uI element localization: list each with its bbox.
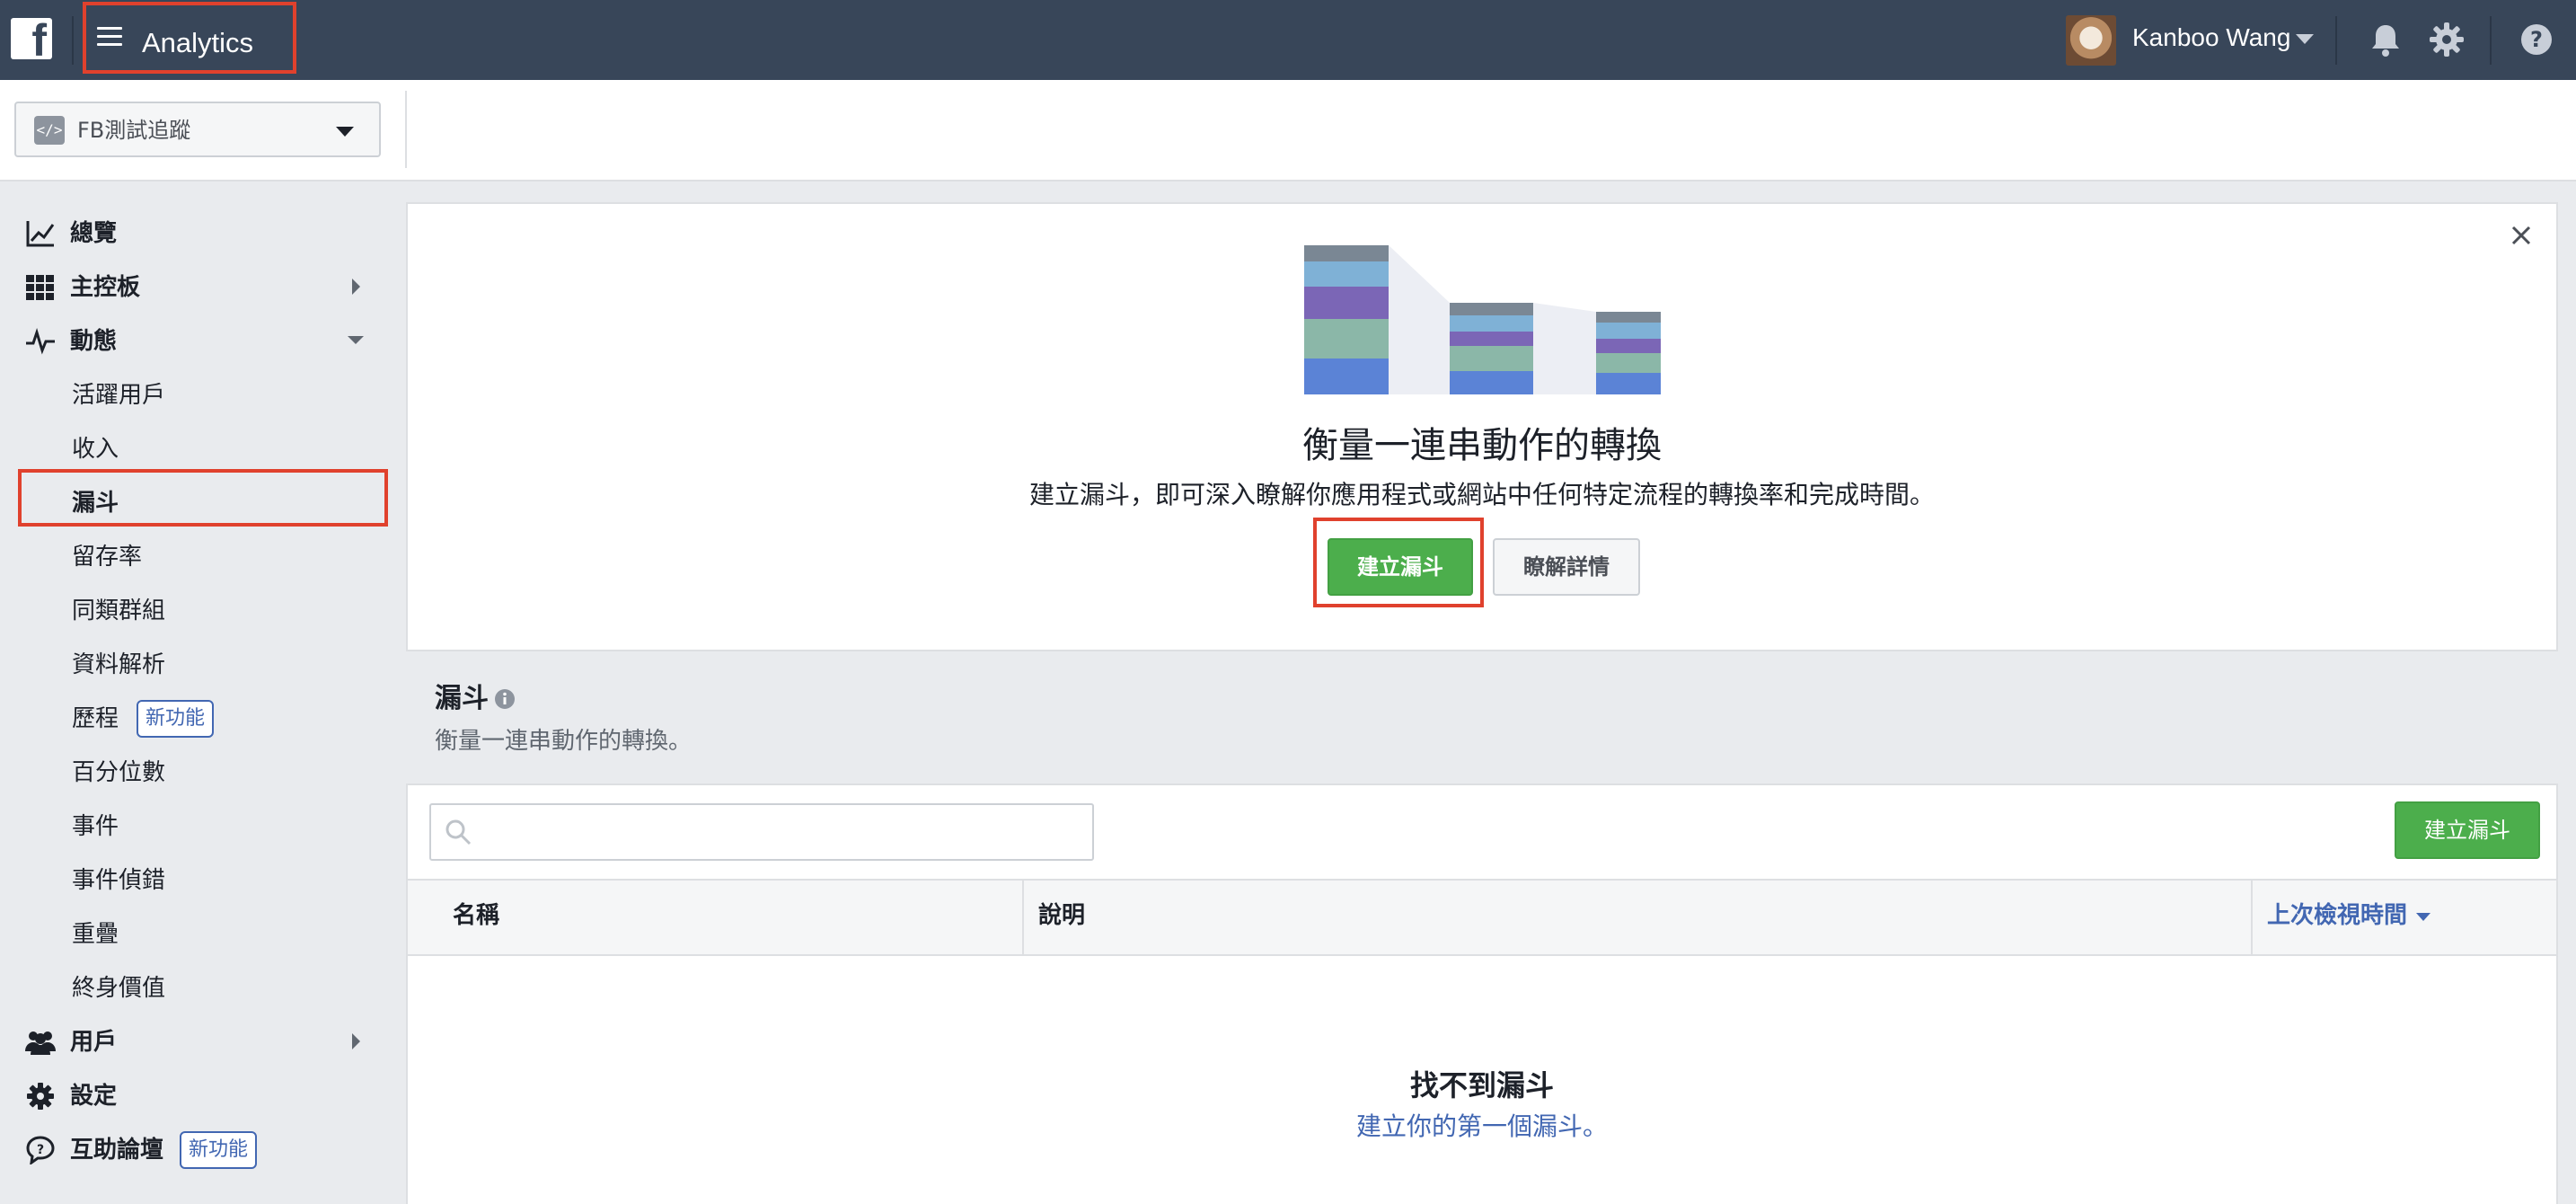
sidebar-item-label: 設定 — [70, 1083, 118, 1110]
sidebar: 總覽 主控板 動態 活躍用戶 收入 漏斗 留存率 同類群組 資料解析 歷程 新功… — [0, 181, 404, 1204]
sidebar-item-label: 互助論壇 — [70, 1137, 164, 1164]
user-name[interactable]: Kanboo Wang — [2132, 22, 2290, 54]
sidebar-item-people[interactable]: 用戶 — [0, 1017, 404, 1066]
chevron-down-icon — [348, 336, 364, 344]
grid-icon — [26, 275, 54, 300]
funnel-promo-card: 衡量一連串動作的轉換 建立漏斗，即可深入瞭解你應用程式或網站中任何特定流程的轉換… — [406, 202, 2558, 651]
topbar-divider — [2490, 16, 2492, 65]
column-header-name[interactable]: 名稱 — [453, 900, 499, 931]
svg-text:?: ? — [37, 1143, 44, 1157]
learn-more-button[interactable]: 瞭解詳情 — [1493, 538, 1640, 596]
app-title[interactable]: Analytics — [142, 25, 253, 61]
search-input[interactable] — [481, 812, 1078, 854]
gear-icon[interactable] — [2427, 20, 2466, 59]
sidebar-item-label: 資料解析 — [72, 651, 166, 678]
info-icon[interactable] — [494, 688, 516, 710]
sidebar-item-label: 動態 — [70, 328, 118, 355]
chevron-right-icon — [352, 279, 360, 295]
sidebar-item-settings[interactable]: 設定 — [0, 1071, 404, 1120]
sidebar-item-active-users[interactable]: 活躍用戶 — [0, 370, 404, 419]
empty-state-title: 找不到漏斗 — [1409, 1068, 1554, 1102]
sidebar-item-label: 留存率 — [72, 544, 143, 571]
topbar-divider — [72, 16, 74, 65]
section-subtitle: 衡量一連串動作的轉換。 — [435, 728, 693, 755]
facebook-logo-icon[interactable]: f — [11, 18, 52, 63]
create-funnel-button[interactable]: 建立漏斗 — [2395, 801, 2540, 859]
sidebar-item-label: 事件 — [72, 813, 119, 840]
sidebar-item-label: 用戶 — [70, 1029, 118, 1056]
topbar-divider — [2335, 16, 2337, 65]
sidebar-item-lifetime-value[interactable]: 終身價值 — [0, 963, 404, 1012]
new-feature-badge: 新功能 — [137, 700, 215, 738]
gear-icon — [27, 1083, 54, 1110]
sidebar-item-community[interactable]: ? 互助論壇 新功能 — [0, 1125, 404, 1173]
sidebar-item-revenue[interactable]: 收入 — [0, 424, 404, 473]
sidebar-item-cohorts[interactable]: 同類群組 — [0, 586, 404, 634]
appbar-divider — [405, 91, 407, 168]
sidebar-item-label: 活躍用戶 — [72, 382, 166, 409]
help-icon[interactable]: ? — [2520, 23, 2553, 56]
create-first-funnel-link[interactable]: 建立你的第一個漏斗。 — [408, 1111, 2556, 1143]
sidebar-item-label: 同類群組 — [72, 598, 166, 624]
sidebar-item-label: 事件偵錯 — [72, 867, 166, 894]
selected-app-label: FB測試追蹤 — [77, 118, 191, 143]
funnels-table-panel: 建立漏斗 名稱 說明 上次檢視時間 找不到漏斗 建立你的第一個漏斗。 — [406, 783, 2558, 1204]
svg-text:?: ? — [2530, 27, 2543, 52]
promo-title: 衡量一連串動作的轉換 — [1302, 425, 1662, 466]
create-funnel-button[interactable]: 建立漏斗 — [1328, 538, 1473, 596]
search-icon — [446, 819, 472, 845]
new-feature-badge: 新功能 — [180, 1131, 258, 1169]
sidebar-item-funnels[interactable]: 漏斗 — [0, 478, 404, 527]
sidebar-item-journeys[interactable]: 歷程 新功能 — [0, 694, 404, 742]
sidebar-item-activity[interactable]: 動態 — [0, 316, 404, 365]
sidebar-item-label: 漏斗 — [72, 490, 119, 517]
activity-icon — [26, 328, 55, 355]
sidebar-item-label: 終身價值 — [72, 975, 166, 1002]
section-title: 漏斗 — [435, 683, 489, 714]
column-header-last-viewed[interactable]: 上次檢視時間 — [2267, 900, 2407, 931]
menu-icon[interactable] — [97, 25, 122, 49]
promo-description: 建立漏斗，即可深入瞭解你應用程式或網站中任何特定流程的轉換率和完成時間。 — [1028, 480, 1935, 509]
sidebar-item-label: 歷程 — [72, 705, 119, 732]
column-header-description[interactable]: 說明 — [1038, 900, 1085, 931]
code-icon: </> — [34, 116, 65, 145]
sidebar-item-label: 總覽 — [70, 220, 118, 247]
bell-icon[interactable] — [2366, 20, 2405, 59]
sidebar-item-label: 收入 — [72, 436, 119, 463]
sidebar-item-label: 百分位數 — [72, 759, 166, 786]
sidebar-item-event-debugging[interactable]: 事件偵錯 — [0, 855, 404, 904]
sidebar-item-percentiles[interactable]: 百分位數 — [0, 748, 404, 796]
table-header: 名稱 說明 上次檢視時間 — [408, 879, 2556, 956]
app-picker-bar: </> FB測試追蹤 — [0, 80, 2576, 181]
sidebar-item-retention[interactable]: 留存率 — [0, 532, 404, 580]
users-icon — [25, 1031, 56, 1055]
app-selector-dropdown[interactable]: </> FB測試追蹤 — [14, 102, 381, 157]
sidebar-item-overview[interactable]: 總覽 — [0, 208, 404, 257]
funnel-chart-illustration — [1304, 245, 1661, 394]
chevron-right-icon — [352, 1033, 360, 1049]
sort-descending-icon[interactable] — [2416, 913, 2430, 921]
sidebar-item-events[interactable]: 事件 — [0, 801, 404, 850]
sidebar-item-dashboards[interactable]: 主控板 — [0, 262, 404, 311]
sidebar-item-breakdowns[interactable]: 資料解析 — [0, 640, 404, 688]
close-icon[interactable] — [2508, 222, 2535, 249]
chevron-down-icon[interactable] — [2296, 34, 2314, 44]
top-navigation-bar: f Analytics Kanboo Wang ? — [0, 0, 2576, 80]
user-avatar[interactable] — [2066, 15, 2116, 66]
question-bubble-icon: ? — [26, 1136, 55, 1164]
sidebar-item-overlap[interactable]: 重疊 — [0, 909, 404, 958]
sidebar-item-label: 主控板 — [70, 274, 141, 301]
column-divider — [2251, 881, 2253, 954]
line-chart-icon — [26, 221, 55, 247]
search-field[interactable] — [429, 803, 1094, 861]
sidebar-item-label: 重疊 — [72, 921, 119, 948]
column-divider — [1022, 881, 1024, 954]
chevron-down-icon — [336, 127, 354, 137]
